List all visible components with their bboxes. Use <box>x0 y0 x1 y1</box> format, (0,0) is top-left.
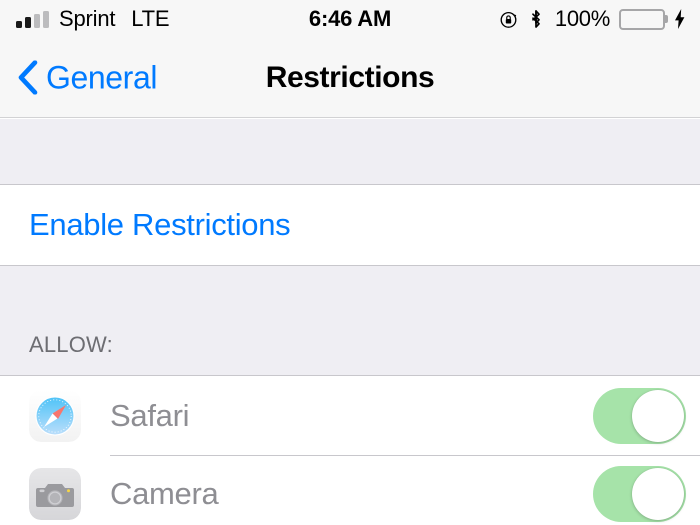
bluetooth-icon <box>518 9 543 29</box>
toggle-knob <box>632 390 684 442</box>
battery-icon <box>619 8 668 30</box>
safari-toggle[interactable] <box>593 388 686 444</box>
battery-percent-label: 100% <box>554 6 610 31</box>
enable-restrictions-row[interactable]: Enable Restrictions <box>0 185 700 266</box>
status-bar-left: Sprint LTE <box>16 6 170 32</box>
list-item-label: Safari <box>110 398 190 433</box>
network-type-label: LTE <box>131 6 170 31</box>
list-item-label: Camera <box>110 476 219 511</box>
allow-section-header-label: ALLOW: <box>29 332 113 357</box>
ios-restrictions-screen: Sprint LTE 6:46 AM 100% General Restrict… <box>0 0 700 525</box>
status-bar-right: 100% <box>499 6 686 32</box>
section-spacer-top <box>0 119 700 185</box>
clock-label: 6:46 AM <box>308 6 392 31</box>
page-title: Restrictions <box>265 60 435 94</box>
navigation-bar: General Restrictions <box>0 38 700 118</box>
signal-bars-icon <box>16 10 49 28</box>
lightning-bolt-icon <box>665 9 686 29</box>
allow-section-rows: Safari Camera <box>0 377 700 525</box>
status-bar: Sprint LTE 6:46 AM 100% <box>0 0 700 38</box>
allow-section-header: ALLOW: <box>0 266 700 376</box>
enable-restrictions-label: Enable Restrictions <box>29 207 291 242</box>
list-item-camera[interactable]: Camera <box>0 455 700 525</box>
toggle-knob <box>632 468 684 520</box>
list-item-safari[interactable]: Safari <box>0 377 700 455</box>
safari-icon <box>29 390 81 442</box>
camera-toggle[interactable] <box>593 466 686 522</box>
carrier-label: Sprint <box>59 6 116 31</box>
rotation-lock-icon <box>499 10 518 29</box>
camera-icon <box>29 468 81 520</box>
